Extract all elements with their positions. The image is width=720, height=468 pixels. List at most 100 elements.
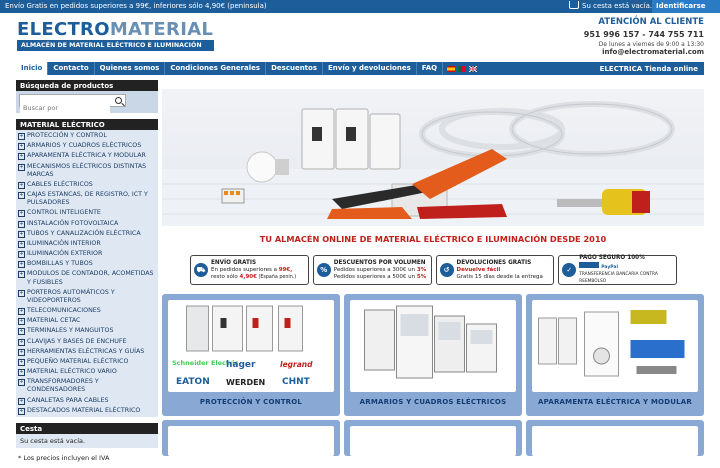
paypal-label: PayPal — [601, 265, 619, 271]
card-logos-icon — [579, 262, 600, 269]
contact-heading: ATENCIÓN AL CLIENTE — [598, 17, 704, 27]
cart-icon[interactable] — [569, 1, 579, 9]
brand-legrand: legrand — [280, 360, 313, 369]
site-logo[interactable]: ELECTROMATERIAL — [17, 19, 213, 40]
feature-line: resto sólo — [211, 273, 240, 280]
hero-banner[interactable] — [162, 89, 704, 226]
brand-eaton: EATON — [176, 377, 210, 387]
feature-free-returns[interactable]: ↺ DEVOLUCIONES GRATIS Devuelve fácil Gra… — [435, 255, 555, 285]
search-panel — [16, 91, 158, 114]
category-card-row2[interactable] — [526, 420, 704, 456]
category-card-aparamenta[interactable]: APARAMENTA ELÉCTRICA Y MODULAR — [526, 294, 704, 416]
modular-devices-image — [538, 310, 685, 377]
category-image[interactable] — [350, 300, 516, 392]
nav-envio[interactable]: Envío y devoluciones — [323, 62, 417, 75]
language-flags — [447, 65, 478, 72]
percent-icon: % — [316, 263, 331, 277]
cart-status-text[interactable]: Su cesta está vacía. — [582, 2, 652, 10]
feature-line: Pedidos superiores a 500€ un — [333, 273, 417, 280]
category-item[interactable]: APARAMENTA ELÉCTRICA Y MODULAR — [16, 151, 158, 161]
feature-line: En pedidos superiores a — [211, 266, 279, 273]
contact-email[interactable]: info@electromaterial.com — [584, 48, 704, 57]
main-slogan: TU ALMACÉN ONLINE DE MATERIAL ELÉCTRICO … — [259, 234, 607, 244]
search-icon[interactable] — [115, 97, 122, 104]
category-item[interactable]: MATERIAL ELÉCTRICO VARIO — [16, 367, 158, 377]
cart-status[interactable]: Su cesta está vacía. — [569, 1, 652, 10]
nav-condiciones[interactable]: Condiciones Generales — [165, 62, 267, 75]
category-item[interactable]: CONTROL INTELIGENTE — [16, 208, 158, 218]
category-item[interactable]: MODULOS DE CONTADOR, ACOMETIDAS Y FUSIBL… — [16, 269, 158, 287]
category-image[interactable] — [532, 300, 698, 392]
nav-inicio[interactable]: Inicio — [16, 62, 49, 75]
nav-descuentos[interactable]: Descuentos — [266, 62, 324, 75]
search-input[interactable] — [20, 102, 110, 114]
feature-highlight: 5% — [416, 273, 427, 280]
category-image[interactable] — [350, 426, 516, 456]
category-caption[interactable]: PROTECCIÓN Y CONTROL — [168, 392, 334, 416]
sidebar: Búsqueda de productos MATERIAL ELÉCTRICO… — [16, 80, 158, 468]
category-card-proteccion[interactable]: Schneider Electric hager legrand EATON W… — [162, 294, 340, 416]
category-item[interactable]: MECANISMOS ELÉCTRICOS DISTINTAS MARCAS — [16, 162, 158, 180]
feature-secure-payment[interactable]: ✓ PAGO SEGURO 100% PayPal TRANSFERENCIA … — [558, 255, 677, 285]
contact-phones[interactable]: 951 996 157 - 744 755 711 — [584, 30, 704, 40]
category-image[interactable] — [532, 426, 698, 456]
category-item[interactable]: TELECOMUNICACIONES — [16, 306, 158, 316]
return-icon: ↺ — [439, 263, 454, 277]
category-image[interactable]: Schneider Electric hager legrand EATON W… — [168, 300, 334, 392]
category-caption[interactable]: ARMARIOS Y CUADROS ELÉCTRICOS — [350, 392, 516, 416]
feature-highlight: 4,90€ — [239, 273, 257, 280]
category-item[interactable]: HERRAMIENTAS ELÉCTRICAS Y GUÍAS — [16, 347, 158, 357]
category-item[interactable]: DESTACADOS MATERIAL ELÉCTRICO — [16, 406, 158, 416]
hero-image — [162, 101, 704, 226]
feature-strip: ⛟ ENVÍO GRATIS En pedidos superiores a 9… — [190, 255, 677, 285]
category-item[interactable]: TRANSFORMADORES Y CONDENSADORES — [16, 377, 158, 395]
feature-highlight: 99€, — [278, 266, 293, 273]
feature-title: ENVÍO GRATIS — [211, 259, 257, 266]
category-image[interactable] — [168, 426, 334, 456]
feature-line: Gratis 15 días desde la entrega — [456, 273, 543, 280]
category-item[interactable]: CABLES ELÉCTRICOS — [16, 180, 158, 190]
category-item[interactable]: CLAVIJAS Y BASES DE ENCHUFE — [16, 337, 158, 347]
category-item[interactable]: CANALETAS PARA CABLES — [16, 396, 158, 406]
category-item[interactable]: PROTECCIÓN Y CONTROL — [16, 131, 158, 141]
category-item[interactable]: BOMBILLAS Y TUBOS — [16, 259, 158, 269]
logo-part-1[interactable]: ELECTRO — [17, 19, 110, 40]
category-card-armarios[interactable]: ARMARIOS Y CUADROS ELÉCTRICOS — [344, 294, 522, 416]
category-item[interactable]: TERMINALES Y MANGUITOS — [16, 326, 158, 336]
shield-icon: ✓ — [562, 263, 577, 277]
categories-heading: MATERIAL ELÉCTRICO — [16, 119, 158, 130]
category-item[interactable]: ARMARIOS Y CUADROS ELÉCTRICOS — [16, 141, 158, 151]
spain-flag-icon[interactable] — [447, 65, 456, 72]
portugal-flag-icon[interactable] — [458, 65, 467, 72]
category-item[interactable]: PEQUEÑO MATERIAL ELÉCTRICO — [16, 357, 158, 367]
category-item[interactable]: PORTEROS AUTOMÁTICOS Y VIDEOPORTEROS — [16, 288, 158, 306]
category-item[interactable]: INSTALACIÓN FOTOVOLTAICA — [16, 219, 158, 229]
cart-heading: Cesta — [16, 422, 158, 434]
contact-hours: De lunes a viernes de 9:00 a 13:30 — [598, 40, 704, 48]
top-bar: Envío Gratis en pedidos superiores a 99€… — [0, 0, 720, 13]
category-card-row2[interactable] — [344, 420, 522, 456]
cabinets-image — [364, 305, 497, 379]
category-caption[interactable]: APARAMENTA ELÉCTRICA Y MODULAR — [532, 392, 698, 416]
feature-volume-discounts[interactable]: % DESCUENTOS POR VOLUMEN Pedidos superio… — [312, 255, 432, 285]
feature-title: DEVOLUCIONES GRATIS — [456, 259, 532, 266]
brand-chint: CHNT — [282, 377, 310, 387]
uk-flag-icon[interactable] — [469, 65, 478, 72]
feature-highlight: Devuelve fácil — [456, 266, 501, 273]
login-button[interactable]: Identificarse — [652, 0, 720, 13]
category-item[interactable]: CAJAS ESTANCAS, DE REGISTRO, ICT Y PULSA… — [16, 190, 158, 208]
logo-part-2[interactable]: MATERIAL — [110, 19, 213, 40]
feature-free-shipping[interactable]: ⛟ ENVÍO GRATIS En pedidos superiores a 9… — [190, 255, 309, 285]
category-card-row2[interactable] — [162, 420, 340, 456]
site-tagline: ALMACÉN DE MATERIAL ELÉCTRICO E ILUMINAC… — [17, 40, 214, 51]
category-list: PROTECCIÓN Y CONTROL ARMARIOS Y CUADROS … — [16, 130, 158, 417]
category-item[interactable]: MATERIAL CETAC — [16, 316, 158, 326]
truck-icon: ⛟ — [194, 263, 208, 277]
category-item[interactable]: ILUMINACIÓN INTERIOR — [16, 239, 158, 249]
category-item[interactable]: TUBOS Y CANALIZACIÓN ELÉCTRICA — [16, 229, 158, 239]
nav-quienes-somos[interactable]: Quienes somos — [95, 62, 166, 75]
category-item[interactable]: ILUMINACIÓN EXTERIOR — [16, 249, 158, 259]
search-heading: Búsqueda de productos — [16, 80, 158, 91]
nav-faq[interactable]: FAQ — [417, 62, 444, 75]
nav-contacto[interactable]: Contacto — [48, 62, 95, 75]
